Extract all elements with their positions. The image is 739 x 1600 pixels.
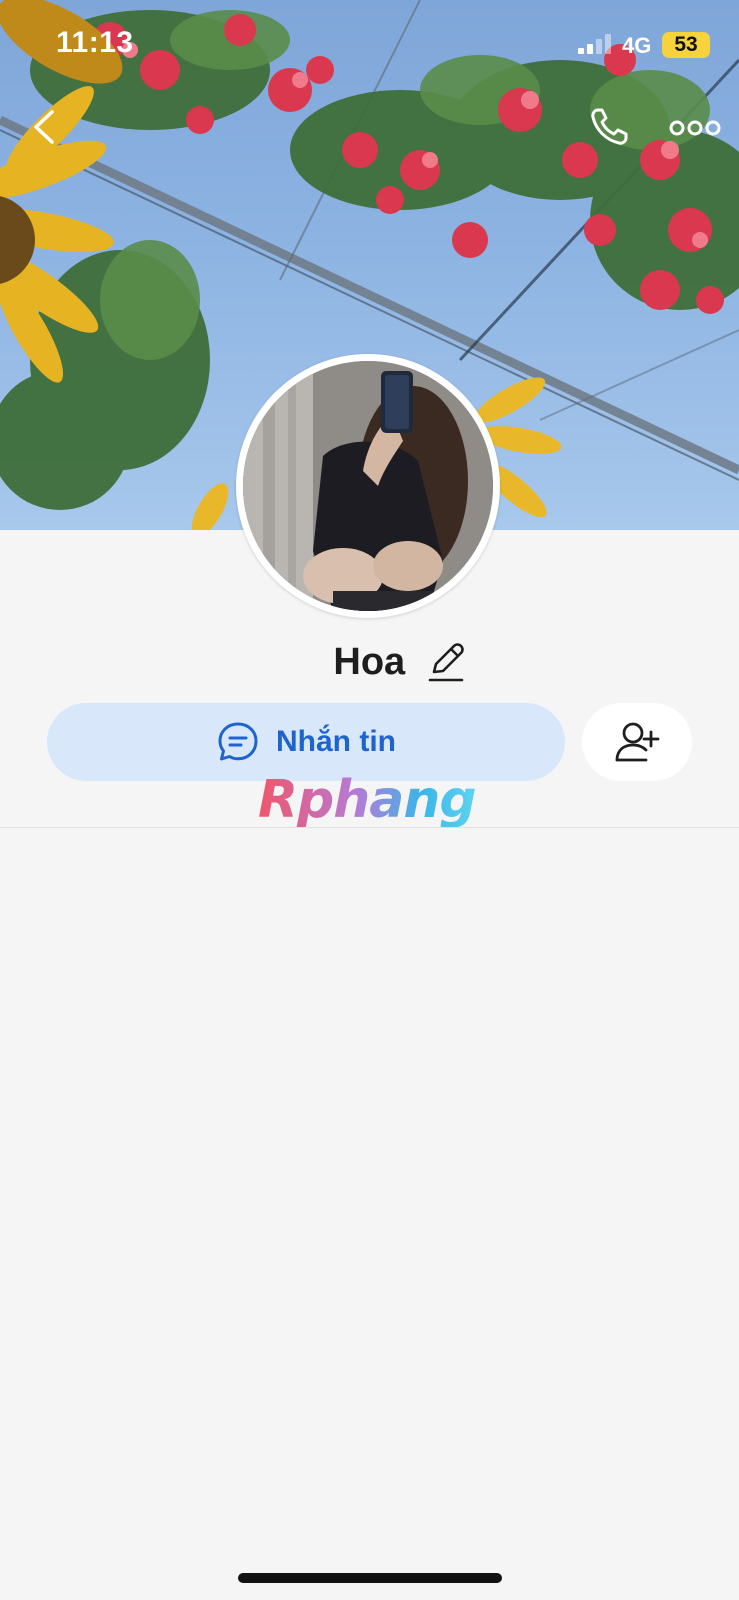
profile-name-row: Hoa	[0, 640, 739, 690]
status-time: 11:13	[56, 26, 134, 59]
battery-indicator: 53	[662, 32, 710, 58]
watermark-text: Rphang	[258, 770, 477, 830]
status-bar: 11:13 4G 53	[0, 0, 739, 90]
pencil-icon	[428, 643, 464, 682]
add-user-icon	[615, 722, 660, 762]
network-type: 4G	[622, 33, 652, 58]
add-friend-button[interactable]	[582, 703, 692, 781]
more-horizontal-icon	[669, 120, 721, 136]
more-options-button[interactable]	[668, 112, 722, 144]
message-button-label: Nhắn tin	[276, 725, 396, 758]
chevron-left-icon	[34, 110, 54, 144]
profile-screen: 11:13 4G 53 Hoa Nhắn tin Rphang	[0, 0, 739, 1600]
divider	[0, 827, 739, 828]
watermark-logo: Rphang	[258, 770, 488, 830]
chat-bubble-icon	[218, 722, 258, 761]
phone-icon	[591, 108, 628, 145]
profile-name: Hoa	[333, 640, 406, 683]
edit-name-button[interactable]	[426, 640, 466, 684]
call-button[interactable]	[586, 104, 632, 150]
avatar-photo	[243, 361, 493, 611]
cellular-signal-icon	[578, 34, 612, 54]
back-button[interactable]	[22, 104, 68, 150]
home-indicator[interactable]	[238, 1573, 502, 1583]
avatar[interactable]	[236, 354, 500, 618]
